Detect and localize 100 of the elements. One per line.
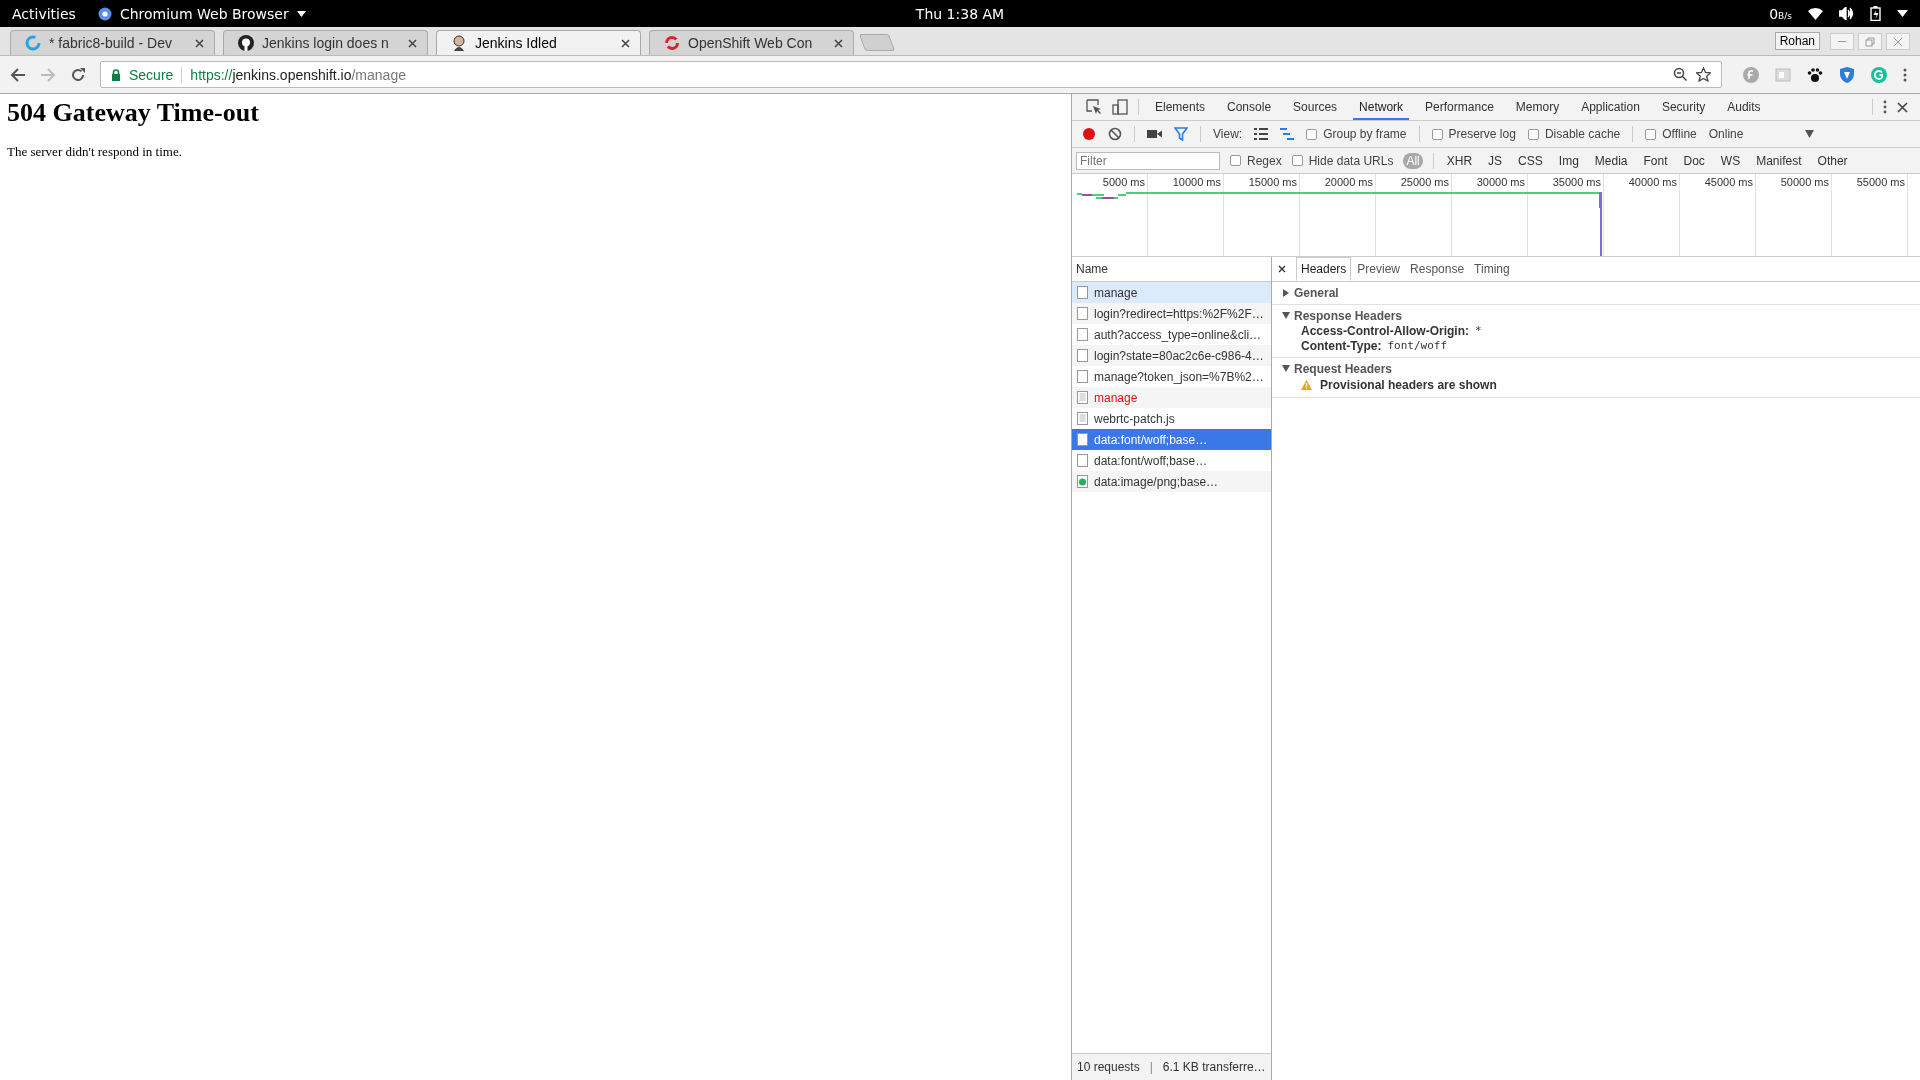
request-row[interactable]: manage?token_json=%7B%2… <box>1072 366 1271 387</box>
zoom-out-icon[interactable] <box>1673 67 1688 82</box>
more-icon[interactable] <box>1902 66 1908 83</box>
waterfall-icon[interactable] <box>1280 128 1295 140</box>
section-header[interactable]: Request Headers <box>1272 361 1920 376</box>
document-icon <box>1077 349 1088 362</box>
shield-icon[interactable] <box>1838 65 1856 84</box>
detail-tab[interactable]: Headers <box>1296 257 1352 281</box>
devtools-tab[interactable]: Memory <box>1509 94 1566 120</box>
device-icon[interactable] <box>1112 99 1128 115</box>
filter-checkbox[interactable]: Regex <box>1230 153 1282 168</box>
list-view-icon[interactable] <box>1254 128 1269 140</box>
detail-tab[interactable]: Timing <box>1470 258 1514 280</box>
close-tab-icon[interactable] <box>621 38 630 48</box>
option-checkbox[interactable]: Disable cache <box>1527 127 1621 141</box>
tick-label: 25000 ms <box>1400 176 1449 188</box>
tick-label: 40000 ms <box>1628 176 1677 188</box>
spinner-icon <box>25 35 41 51</box>
address-bar[interactable]: Secure https://jenkins.openshift.io/manage <box>100 61 1722 88</box>
script-file-icon <box>1077 391 1088 404</box>
activities-button[interactable]: Activities <box>12 5 76 22</box>
inspect-icon[interactable] <box>1086 99 1102 115</box>
dropdown-icon[interactable] <box>1805 130 1815 138</box>
devtools-tab[interactable]: Application <box>1575 94 1646 120</box>
devtools-tab[interactable]: Audits <box>1721 94 1767 120</box>
type-filter[interactable]: Img <box>1555 152 1582 169</box>
request-row[interactable]: webrtc-patch.js <box>1072 408 1271 429</box>
request-row[interactable]: auth?access_type=online&cli… <box>1072 324 1271 345</box>
browser-tab[interactable]: Jenkins Idled <box>436 30 641 55</box>
filter-checkbox[interactable]: Hide data URLs <box>1291 153 1394 168</box>
devtools-tab[interactable]: Security <box>1655 94 1712 120</box>
tick-label: 20000 ms <box>1324 176 1373 188</box>
app-menu[interactable]: Chromium Web Browser <box>119 5 289 22</box>
devtools-tab[interactable]: Console <box>1221 94 1278 120</box>
filter-icon[interactable] <box>1174 127 1188 141</box>
browser-tab[interactable]: * fabric8-build - Dev <box>10 30 215 55</box>
section-header[interactable]: Response Headers <box>1272 308 1920 323</box>
detail-tab[interactable]: Response <box>1406 258 1469 280</box>
devtools-tab[interactable]: Elements <box>1149 94 1212 120</box>
request-row[interactable]: manage <box>1072 387 1271 408</box>
triangle-down-icon <box>1282 312 1290 319</box>
option-checkbox[interactable]: Offline <box>1645 127 1697 141</box>
type-filter[interactable]: Other <box>1814 152 1851 169</box>
request-row[interactable]: data:font/woff;base… <box>1072 450 1271 471</box>
request-row[interactable]: data:font/woff;base… <box>1072 429 1271 450</box>
detail-tab[interactable]: Preview <box>1353 258 1405 280</box>
tick-label: 30000 ms <box>1476 176 1525 188</box>
type-filter[interactable]: CSS <box>1515 152 1546 169</box>
devtools-tab[interactable]: Performance <box>1419 94 1500 120</box>
throttling-select[interactable]: Online <box>1708 127 1744 141</box>
close-tab-icon[interactable] <box>408 38 417 48</box>
chromium-icon <box>97 6 112 21</box>
type-filter[interactable]: Doc <box>1680 152 1708 169</box>
butler-icon <box>451 35 467 51</box>
document-icon <box>1077 433 1088 446</box>
close-icon[interactable] <box>1897 101 1908 113</box>
type-filter[interactable]: XHR <box>1443 152 1476 169</box>
type-filter[interactable]: JS <box>1485 152 1506 169</box>
record-icon[interactable] <box>1082 127 1096 141</box>
back-icon[interactable] <box>10 66 26 83</box>
paw-icon[interactable] <box>1806 65 1824 84</box>
profile-button[interactable]: Rohan <box>1774 32 1820 50</box>
request-row[interactable]: login?redirect=https:%2F%2F… <box>1072 303 1271 324</box>
volume-icon[interactable] <box>1839 7 1854 20</box>
option-checkbox[interactable]: Group by frame <box>1306 127 1407 141</box>
lock-icon <box>111 68 121 81</box>
network-speed: 0B/s <box>1769 5 1792 22</box>
kebab-menu-icon[interactable] <box>1883 100 1887 114</box>
caret-icon[interactable] <box>1897 10 1908 17</box>
wifi-icon[interactable] <box>1808 7 1823 20</box>
header-name: Access-Control-Allow-Origin: <box>1301 323 1469 338</box>
browser-tab[interactable]: OpenShift Web Con <box>649 30 854 55</box>
type-filter[interactable]: Media <box>1591 152 1631 169</box>
request-row[interactable]: login?state=80ac2c6e-c986-4… <box>1072 345 1271 366</box>
close-tab-icon[interactable] <box>834 38 843 48</box>
battery-icon[interactable] <box>1870 6 1881 21</box>
tick-label: 10000 ms <box>1172 176 1221 188</box>
tick-label: 35000 ms <box>1552 176 1601 188</box>
close-tab-icon[interactable] <box>195 38 204 48</box>
devtools-tab[interactable]: Sources <box>1287 94 1344 120</box>
caret-icon <box>296 10 306 17</box>
browser-tab[interactable]: Jenkins login does n <box>223 30 428 55</box>
type-filter[interactable]: Manifest <box>1753 152 1805 169</box>
camera-icon[interactable] <box>1147 128 1162 140</box>
star-icon[interactable] <box>1696 67 1711 82</box>
clock[interactable]: Thu 1:38 AM <box>915 5 1005 22</box>
document-icon <box>1077 328 1088 341</box>
clear-icon[interactable] <box>1108 127 1122 141</box>
restore-icon <box>1865 36 1875 47</box>
type-filter[interactable]: Font <box>1640 152 1671 169</box>
close-icon[interactable] <box>1278 265 1286 273</box>
triangle-right-icon <box>1282 288 1290 297</box>
close-window-button[interactable] <box>1886 33 1910 50</box>
reload-icon[interactable] <box>70 66 86 83</box>
request-row[interactable]: manage <box>1072 282 1271 303</box>
type-filter[interactable]: WS <box>1717 152 1744 169</box>
request-row[interactable]: data:image/png;base… <box>1072 471 1271 492</box>
option-checkbox[interactable]: Preserve log <box>1431 127 1516 141</box>
filter-field[interactable]: Filter <box>1076 151 1220 170</box>
section-header[interactable]: General <box>1272 285 1920 300</box>
